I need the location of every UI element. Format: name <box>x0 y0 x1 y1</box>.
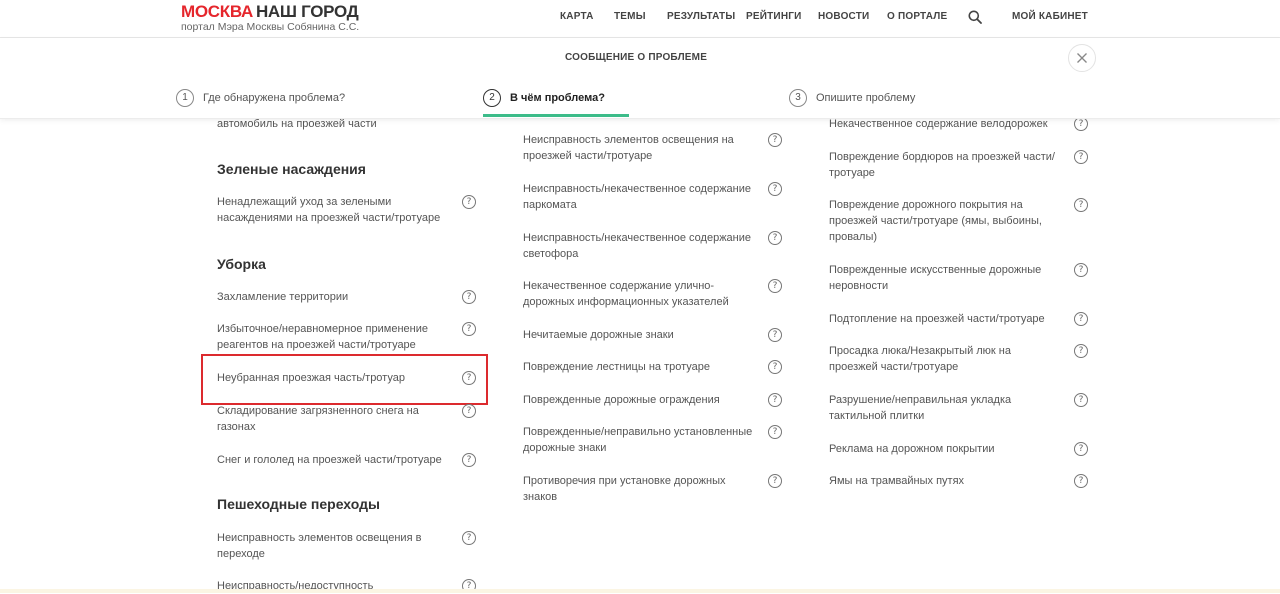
site-logo[interactable]: МОСКВА НАШ ГОРОД портал Мэра Москвы Собян… <box>181 2 360 34</box>
nav-about[interactable]: О ПОРТАЛЕ <box>887 11 947 22</box>
help-icon[interactable]: ? <box>462 453 476 467</box>
help-icon[interactable]: ? <box>768 360 782 374</box>
help-icon[interactable]: ? <box>768 182 782 196</box>
help-icon[interactable]: ? <box>768 133 782 147</box>
step-label: Где обнаружена проблема? <box>203 92 346 104</box>
list-item[interactable]: Некачественное содержание улично-дорожны… <box>523 278 743 310</box>
list-item[interactable]: Повреждение бордюров на проезжей части/т… <box>829 149 1069 181</box>
list-item[interactable]: Нечитаемые дорожные знаки <box>523 327 759 343</box>
help-icon[interactable]: ? <box>462 290 476 304</box>
list-item[interactable]: Разрушение/неправильная укладка тактильн… <box>829 392 1039 424</box>
site-header: МОСКВА НАШ ГОРОД портал Мэра Москвы Собян… <box>0 0 1280 38</box>
help-icon[interactable]: ? <box>462 531 476 545</box>
logo-text-red: МОСКВА <box>181 2 253 21</box>
list-item[interactable]: Избыточное/неравномерное применение реаг… <box>217 321 457 353</box>
active-step-indicator <box>483 114 629 117</box>
help-icon[interactable]: ? <box>768 425 782 439</box>
list-item[interactable]: Поврежденные/неправильно установленные д… <box>523 424 763 456</box>
help-icon[interactable]: ? <box>768 474 782 488</box>
list-item[interactable]: Просадка люка/Незакрытый люк на проезжей… <box>829 343 1059 375</box>
search-icon[interactable] <box>968 10 982 24</box>
help-icon[interactable]: ? <box>1074 198 1088 212</box>
step-3[interactable]: 3 Опишите проблему <box>789 89 915 107</box>
category-title-crossings: Пешеходные переходы <box>217 496 380 512</box>
list-item[interactable]: Неисправность элементов освещения в пере… <box>217 530 457 562</box>
step-label: Опишите проблему <box>816 92 916 104</box>
step-1[interactable]: 1 Где обнаружена проблема? <box>176 89 345 107</box>
list-item[interactable]: Складирование загрязненного снега на газ… <box>217 403 457 435</box>
list-item[interactable]: Поврежденные искусственные дорожные неро… <box>829 262 1059 294</box>
help-icon[interactable]: ? <box>1074 150 1088 164</box>
close-button[interactable] <box>1068 44 1096 72</box>
modal-header: СООБЩЕНИЕ О ПРОБЛЕМЕ 1 Где обнаружена про… <box>0 38 1280 119</box>
step-label: В чём проблема? <box>510 92 605 104</box>
help-icon[interactable]: ? <box>1074 474 1088 488</box>
help-icon[interactable]: ? <box>462 404 476 418</box>
list-item[interactable]: Повреждение дорожного покрытия на проезж… <box>829 197 1051 245</box>
category-title-green: Зеленые насаждения <box>217 161 366 177</box>
list-item[interactable]: Подтопление на проезжей части/тротуаре <box>829 311 1069 327</box>
bottom-strip <box>0 589 1280 593</box>
step-number: 2 <box>483 89 501 107</box>
nav-map[interactable]: КАРТА <box>560 11 594 22</box>
step-2[interactable]: 2 В чём проблема? <box>483 89 605 107</box>
nav-ratings[interactable]: РЕЙТИНГИ <box>746 11 802 22</box>
help-icon[interactable]: ? <box>768 328 782 342</box>
list-item[interactable]: Неисправность элементов освещения на про… <box>523 132 759 164</box>
step-number: 3 <box>789 89 807 107</box>
category-title-cleaning: Уборка <box>217 256 266 272</box>
step-number: 1 <box>176 89 194 107</box>
list-item[interactable]: Повреждение лестницы на тротуаре <box>523 359 759 375</box>
list-item[interactable]: Противоречия при установке дорожных знак… <box>523 473 743 505</box>
nav-topics[interactable]: ТЕМЫ <box>614 11 646 22</box>
help-icon[interactable]: ? <box>768 231 782 245</box>
help-icon[interactable]: ? <box>768 393 782 407</box>
help-icon[interactable]: ? <box>1074 312 1088 326</box>
nav-results[interactable]: РЕЗУЛЬТАТЫ <box>667 11 735 22</box>
list-item[interactable]: Ямы на трамвайных путях <box>829 473 1069 489</box>
help-icon[interactable]: ? <box>1074 442 1088 456</box>
close-icon <box>1077 53 1087 63</box>
help-icon[interactable]: ? <box>768 279 782 293</box>
help-icon[interactable]: ? <box>462 322 476 336</box>
help-icon[interactable]: ? <box>462 195 476 209</box>
help-icon[interactable]: ? <box>1074 393 1088 407</box>
list-item[interactable]: Захламление территории <box>217 289 457 305</box>
help-icon[interactable]: ? <box>1074 117 1088 131</box>
logo-text-dark: НАШ ГОРОД <box>255 2 359 21</box>
nav-cabinet[interactable]: МОЙ КАБИНЕТ <box>1012 11 1088 22</box>
nav-news[interactable]: НОВОСТИ <box>818 11 869 22</box>
list-item[interactable]: Неисправность/некачественное содержание … <box>523 181 759 213</box>
list-item[interactable]: Снег и гололед на проезжей части/тротуар… <box>217 452 457 468</box>
logo-subtitle: портал Мэра Москвы Собянина С.С. <box>181 21 360 33</box>
help-icon[interactable]: ? <box>1074 263 1088 277</box>
list-item[interactable]: Реклама на дорожном покрытии <box>829 441 1069 457</box>
list-item[interactable]: Поврежденные дорожные ограждения <box>523 392 759 408</box>
help-icon[interactable]: ? <box>1074 344 1088 358</box>
selection-highlight <box>201 354 488 405</box>
list-item[interactable]: Ненадлежащий уход за зелеными насаждения… <box>217 194 457 226</box>
list-item[interactable]: Неисправность/некачественное содержание … <box>523 230 759 262</box>
